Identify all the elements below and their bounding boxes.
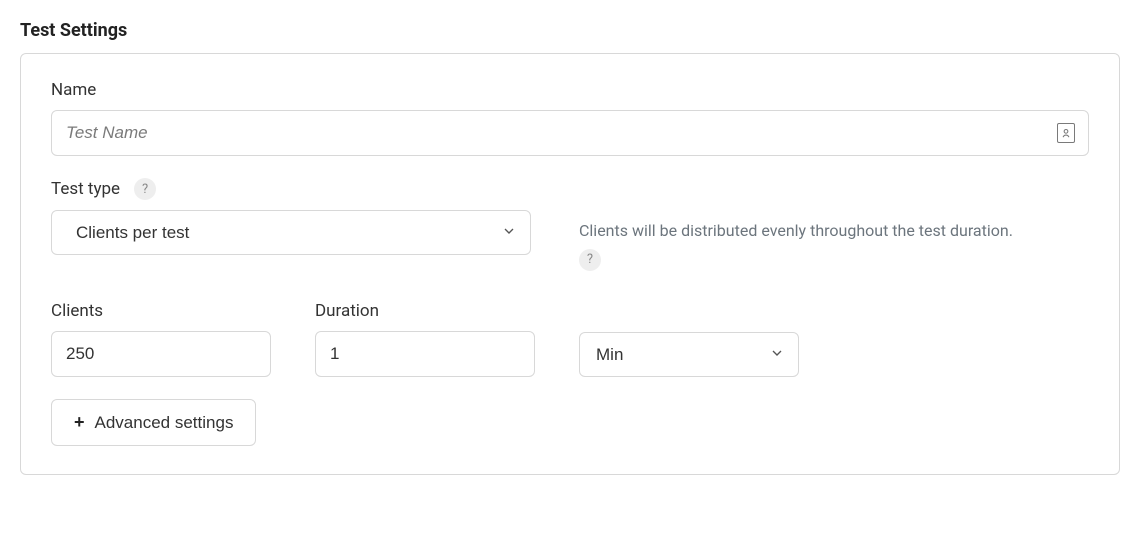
chevron-down-icon [769,345,785,365]
help-icon[interactable]: ? [579,249,601,271]
test-type-description: Clients will be distributed evenly throu… [579,221,1013,240]
name-input[interactable] [51,110,1089,156]
clients-label: Clients [51,301,271,321]
duration-input[interactable] [315,331,535,377]
advanced-settings-label: Advanced settings [95,413,234,433]
name-label: Name [51,80,1089,100]
test-type-select[interactable]: Clients per test [51,210,531,255]
help-icon[interactable]: ? [134,178,156,200]
test-type-label: Test type [51,179,120,199]
section-title: Test Settings [20,20,1120,41]
duration-label: Duration [315,301,535,321]
contact-card-icon [1057,123,1075,143]
duration-unit-select[interactable]: Min [579,332,799,377]
plus-icon: + [74,412,85,433]
settings-panel: Name Test type ? Clients per test [20,53,1120,475]
clients-input[interactable] [51,331,271,377]
advanced-settings-button[interactable]: + Advanced settings [51,399,256,446]
